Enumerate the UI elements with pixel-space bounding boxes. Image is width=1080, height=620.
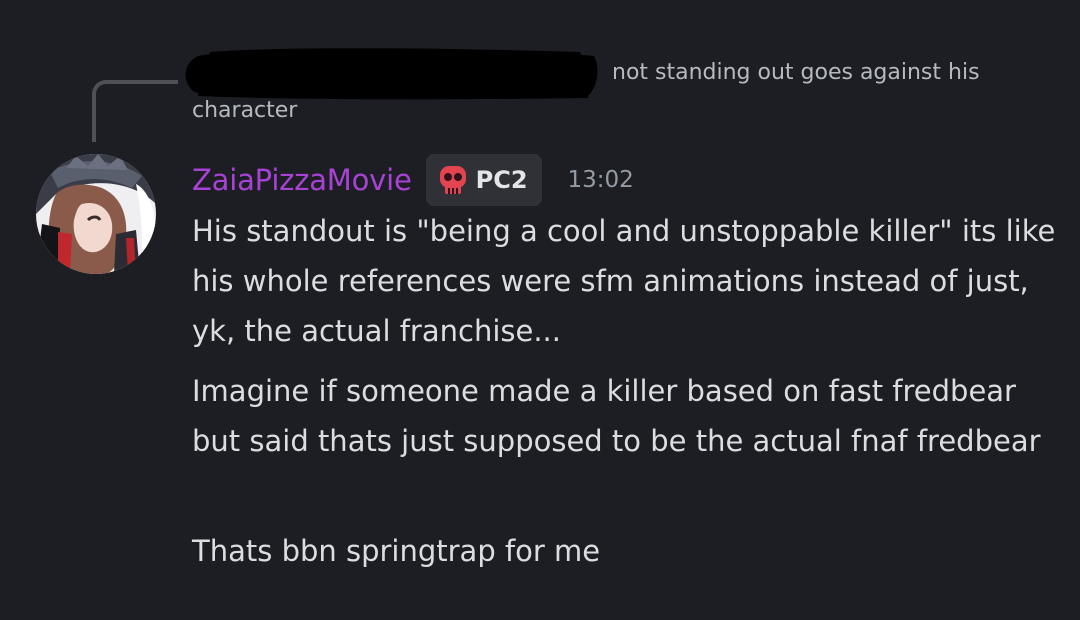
red-skull-icon bbox=[439, 166, 466, 194]
avatar-image bbox=[36, 154, 156, 274]
message-text-1[interactable]: His standout is "being a cool and unstop… bbox=[192, 206, 1062, 356]
message-text-2[interactable]: Imagine if someone made a killer based o… bbox=[192, 366, 1062, 466]
chat-view: not standing out goes against his charac… bbox=[0, 0, 1080, 620]
reply-text-line-1[interactable]: not standing out goes against his bbox=[612, 60, 980, 85]
avatar[interactable] bbox=[36, 154, 156, 274]
username[interactable]: ZaiaPizzaMovie bbox=[192, 163, 412, 197]
message-text-3[interactable]: Thats bbn springtrap for me bbox=[192, 526, 1062, 576]
reply-connector bbox=[92, 80, 178, 142]
redacted-reply-author[interactable] bbox=[180, 46, 602, 100]
server-tag[interactable]: PC2 bbox=[425, 154, 542, 206]
timestamp[interactable]: 13:02 bbox=[568, 167, 634, 193]
reply-text-line-2[interactable]: character bbox=[192, 98, 297, 123]
message-header: ZaiaPizzaMovie PC2 13:02 bbox=[192, 152, 634, 208]
server-tag-label: PC2 bbox=[475, 166, 528, 194]
